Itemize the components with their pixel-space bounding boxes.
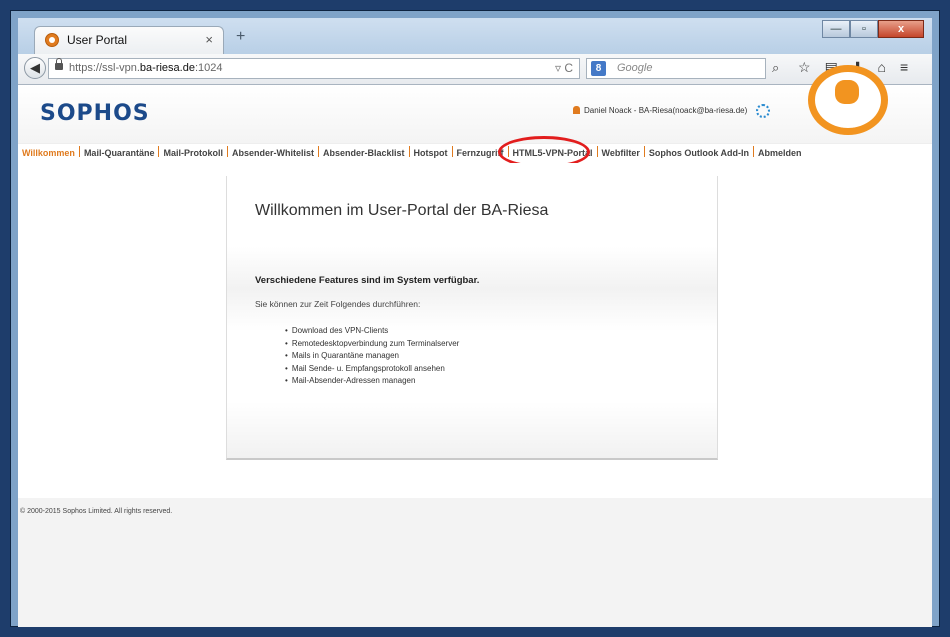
browser-window: User Portal × + — ▫ x ◀ https://ssl-vpn.…: [18, 18, 932, 627]
copyright-text: © 2000-2015 Sophos Limited. All rights r…: [20, 508, 173, 515]
close-button[interactable]: x: [878, 20, 924, 38]
menu-item-sophos-outlook-add-in[interactable]: Sophos Outlook Add-In: [645, 144, 753, 163]
portal-header: SOPHOS Daniel Noack - BA-Riesa(noack@ba-…: [18, 65, 932, 143]
welcome-panel: Willkommen im User-Portal der BA-Riesa V…: [226, 176, 718, 460]
menu-item-hotspot[interactable]: Hotspot: [410, 144, 452, 163]
sophos-favicon-icon: [45, 33, 59, 47]
tab-title: User Portal: [67, 33, 128, 47]
lock-icon: [55, 58, 63, 70]
menu-item-absender-blacklist[interactable]: Absender-Blacklist: [319, 144, 409, 163]
search-bar[interactable]: 8 Google: [586, 58, 766, 79]
menu-item-mail-quarantaene[interactable]: Mail-Quarantäne: [80, 144, 159, 163]
navigation-bar: ◀ https://ssl-vpn.ba-riesa.de:1024 ▿ C 8…: [18, 54, 932, 85]
list-item: Mail-Absender-Adressen managen: [285, 375, 459, 388]
page-footer: © 2000-2015 Sophos Limited. All rights r…: [18, 498, 932, 627]
minimize-button[interactable]: —: [822, 20, 850, 38]
menu-item-absender-whitelist[interactable]: Absender-Whitelist: [228, 144, 318, 163]
user-info: Daniel Noack - BA-Riesa(noack@ba-riesa.d…: [573, 106, 747, 115]
list-item: Download des VPN-Clients: [285, 325, 459, 338]
back-button[interactable]: ◀: [24, 57, 46, 79]
new-tab-button[interactable]: +: [236, 28, 245, 46]
search-icon[interactable]: ⌕: [772, 60, 779, 76]
window-controls: — ▫ x: [822, 20, 924, 40]
main-menu: Willkommen Mail-Quarantäne Mail-Protokoll A…: [18, 143, 932, 165]
features-description: Sie können zur Zeit Folgendes durchführe…: [255, 299, 421, 309]
sophos-emblem: [808, 65, 888, 135]
home-icon[interactable]: ⌂: [878, 59, 886, 76]
google-search-engine-icon[interactable]: 8: [591, 61, 606, 76]
sophos-logo: SOPHOS: [40, 101, 150, 126]
tab-user-portal[interactable]: User Portal ×: [34, 26, 224, 54]
menu-item-webfilter[interactable]: Webfilter: [598, 144, 644, 163]
list-item: Remotedesktopverbindung zum Terminalserv…: [285, 338, 460, 351]
user-icon: [573, 106, 580, 114]
portal-page: SOPHOS Daniel Noack - BA-Riesa(noack@ba-…: [18, 65, 932, 627]
title-bar: User Portal × + — ▫ x: [18, 18, 932, 54]
menu-item-abmelden[interactable]: Abmelden: [754, 144, 806, 163]
list-item: Mail Sende- u. Empfangsprotokoll ansehen: [285, 363, 459, 376]
loading-spinner-icon: [756, 104, 770, 118]
url-text[interactable]: https://ssl-vpn.ba-riesa.de:1024: [69, 62, 223, 74]
maximize-button[interactable]: ▫: [850, 20, 878, 38]
user-name: Daniel Noack - BA-Riesa(noack@ba-riesa.d…: [584, 106, 748, 115]
search-placeholder: Google: [617, 62, 653, 74]
tab-close-icon[interactable]: ×: [205, 32, 213, 47]
reload-icon[interactable]: ▿ C: [555, 61, 573, 75]
menu-item-willkommen[interactable]: Willkommen: [18, 144, 79, 163]
features-heading: Verschiedene Features sind im System ver…: [255, 275, 480, 286]
welcome-title: Willkommen im User-Portal der BA-Riesa: [255, 202, 549, 219]
list-item: Mails in Quarantäne managen: [285, 350, 459, 363]
menu-icon[interactable]: ≡: [900, 59, 908, 76]
bookmark-star-icon[interactable]: ☆: [798, 59, 811, 76]
url-bar[interactable]: https://ssl-vpn.ba-riesa.de:1024 ▿ C: [48, 58, 580, 79]
menu-item-mail-protokoll[interactable]: Mail-Protokoll: [159, 144, 227, 163]
feature-list: Download des VPN-Clients Remotedesktopve…: [285, 325, 460, 388]
